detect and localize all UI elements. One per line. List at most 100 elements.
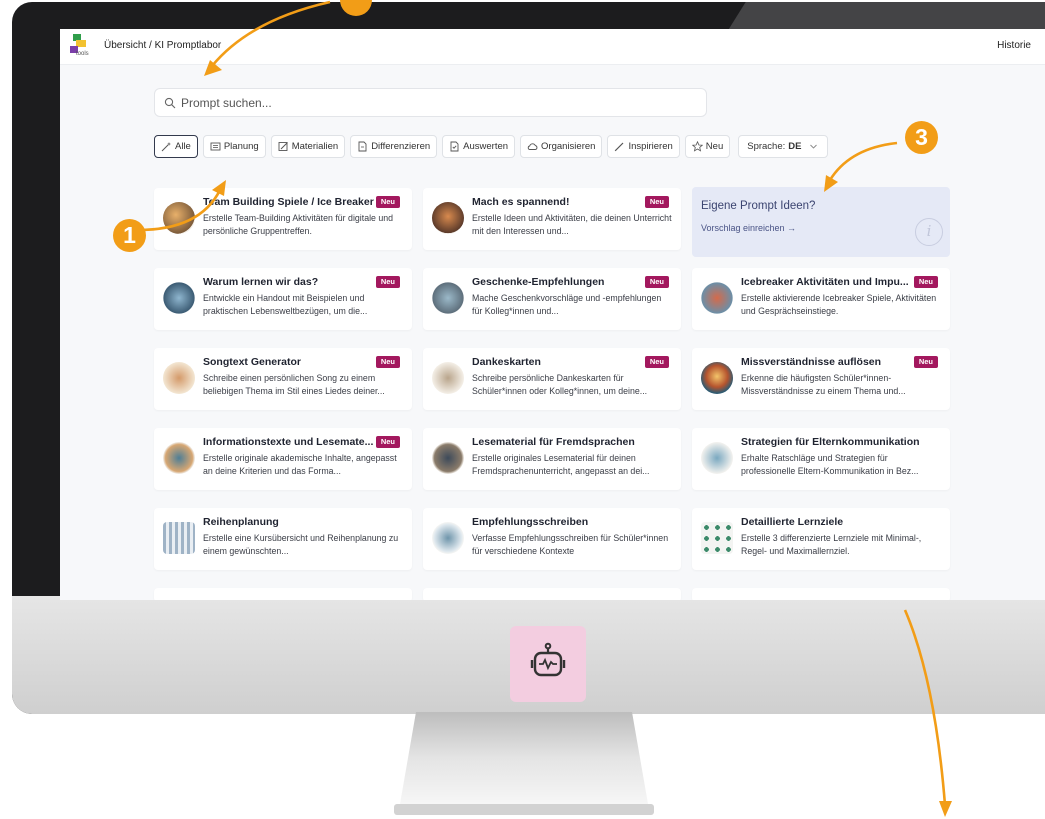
filter-planning-label: Planung bbox=[223, 141, 259, 152]
card-illustration bbox=[163, 202, 195, 234]
card-title: Empfehlungsschreiben bbox=[472, 516, 589, 528]
card-title: Lesematerial für Fremdsprachen bbox=[472, 436, 635, 448]
card-illustration bbox=[432, 202, 464, 234]
monitor-stand bbox=[394, 712, 654, 815]
language-select[interactable]: Sprache: DE bbox=[738, 135, 829, 158]
card-title: Informationstexte und Lesemate... bbox=[203, 436, 374, 448]
prompt-card[interactable]: Empfehlungsschreiben Verfasse Empfehlung… bbox=[423, 508, 681, 570]
prompt-card[interactable]: Warum lernen wir das? Neu Entwickle ein … bbox=[154, 268, 412, 330]
prompt-card[interactable]: Dankeskarten Neu Schreibe persönliche Da… bbox=[423, 348, 681, 410]
card-description: Erstelle originale akademische Inhalte, … bbox=[203, 453, 397, 476]
top-bar: tools Übersicht / KI Promptlabor Histori… bbox=[60, 29, 1045, 65]
edit-icon bbox=[278, 142, 288, 151]
info-icon: i bbox=[915, 218, 943, 246]
prompt-card[interactable]: Team Building Spiele / Ice Breaker Neu E… bbox=[154, 188, 412, 250]
card-description: Entwickle ein Handout mit Beispielen und… bbox=[203, 293, 368, 316]
robot-tile bbox=[510, 626, 586, 702]
prompt-card[interactable]: Informationstexte und Lesemate... Neu Er… bbox=[154, 428, 412, 490]
filter-differentiate[interactable]: Differenzieren bbox=[350, 135, 438, 158]
prompt-card[interactable]: Geschenke-Empfehlungen Neu Mache Geschen… bbox=[423, 268, 681, 330]
filter-inspire-label: Inspirieren bbox=[628, 141, 673, 152]
prompt-card[interactable] bbox=[423, 588, 681, 600]
filter-evaluate-label: Auswerten bbox=[463, 141, 509, 152]
prompt-card[interactable]: Reihenplanung Erstelle eine Kursübersich… bbox=[154, 508, 412, 570]
planning-icon bbox=[210, 142, 221, 151]
prompt-card[interactable]: Lesematerial für Fremdsprachen Erstelle … bbox=[423, 428, 681, 490]
card-illustration bbox=[163, 522, 195, 554]
card-description: Verfasse Empfehlungsschreiben für Schüle… bbox=[472, 533, 669, 556]
card-illustration bbox=[701, 442, 733, 474]
app-screen: tools Übersicht / KI Promptlabor Histori… bbox=[60, 29, 1045, 600]
card-title: Mach es spannend! bbox=[472, 196, 570, 208]
callout-marker-1: 1 bbox=[113, 219, 146, 252]
new-badge: Neu bbox=[644, 276, 669, 288]
filter-organize[interactable]: Organisieren bbox=[520, 135, 603, 158]
prompt-card[interactable]: Mach es spannend! Neu Erstelle Ideen und… bbox=[423, 188, 681, 250]
callout-marker-3: 3 bbox=[905, 121, 938, 154]
filter-new[interactable]: Neu bbox=[684, 135, 731, 158]
filter-all[interactable]: Alle bbox=[154, 135, 198, 158]
search-box[interactable] bbox=[154, 88, 707, 117]
new-badge: Neu bbox=[375, 196, 400, 208]
card-title: Strategien für Elternkommunikation bbox=[741, 436, 920, 448]
filter-materials-label: Materialien bbox=[291, 141, 339, 152]
card-description: Erstelle 3 differenzierte Lernziele mit … bbox=[741, 533, 922, 556]
proposal-card[interactable]: Eigene Prompt Ideen? Vorschlag einreiche… bbox=[692, 187, 950, 257]
card-title: Songtext Generator bbox=[203, 356, 302, 368]
card-illustration bbox=[701, 282, 733, 314]
new-badge: Neu bbox=[375, 276, 400, 288]
filter-planning[interactable]: Planung bbox=[202, 135, 266, 158]
prompt-card[interactable] bbox=[692, 588, 950, 600]
card-description: Erstelle aktivierende Icebreaker Spiele,… bbox=[741, 293, 937, 316]
card-description: Erstelle eine Kursübersicht und Reihenpl… bbox=[203, 533, 399, 556]
card-title: Geschenke-Empfehlungen bbox=[472, 276, 605, 288]
card-title: Icebreaker Aktivitäten und Impu... bbox=[741, 276, 909, 288]
new-badge: Neu bbox=[375, 436, 400, 448]
card-illustration bbox=[432, 282, 464, 314]
prompt-card[interactable] bbox=[154, 588, 412, 600]
card-illustration bbox=[432, 522, 464, 554]
card-title: Detaillierte Lernziele bbox=[741, 516, 844, 528]
filter-evaluate[interactable]: Auswerten bbox=[442, 135, 516, 158]
filter-differentiate-label: Differenzieren bbox=[371, 141, 431, 152]
filter-bar: Alle Planung Materialien Differenzieren … bbox=[154, 135, 829, 158]
card-title: Dankeskarten bbox=[472, 356, 541, 368]
search-input[interactable] bbox=[181, 93, 691, 113]
card-title: Team Building Spiele / Ice Breaker bbox=[203, 196, 374, 208]
check-document-icon bbox=[450, 141, 459, 152]
tools-logo[interactable]: tools bbox=[70, 34, 92, 60]
filter-new-label: Neu bbox=[705, 141, 724, 152]
new-badge: Neu bbox=[375, 356, 400, 368]
prompt-card[interactable]: Detaillierte Lernziele Erstelle 3 differ… bbox=[692, 508, 950, 570]
card-title: Reihenplanung bbox=[203, 516, 279, 528]
prompt-card[interactable]: Strategien für Elternkommunikation Erhal… bbox=[692, 428, 950, 490]
monitor-frame: tools Übersicht / KI Promptlabor Histori… bbox=[12, 2, 1045, 714]
card-description: Erkenne die häufigsten Schüler*innen-Mis… bbox=[741, 373, 906, 396]
card-illustration bbox=[163, 282, 195, 314]
card-description: Schreibe persönliche Dankeskarten für Sc… bbox=[472, 373, 648, 396]
card-illustration bbox=[163, 442, 195, 474]
stage: tools Übersicht / KI Promptlabor Histori… bbox=[0, 0, 1045, 819]
proposal-link[interactable]: Vorschlag einreichen → bbox=[701, 223, 796, 233]
new-badge: Neu bbox=[644, 196, 669, 208]
prompt-card[interactable]: Icebreaker Aktivitäten und Impu... Neu E… bbox=[692, 268, 950, 330]
card-title: Missverständnisse auflösen bbox=[741, 356, 882, 368]
filter-materials[interactable]: Materialien bbox=[270, 135, 346, 158]
card-description: Schreibe einen persönlichen Song zu eine… bbox=[203, 373, 385, 396]
prompt-card[interactable]: Missverständnisse auflösen Neu Erkenne d… bbox=[692, 348, 950, 410]
document-icon bbox=[358, 141, 367, 152]
breadcrumb[interactable]: Übersicht / KI Promptlabor bbox=[104, 40, 221, 51]
card-illustration bbox=[432, 442, 464, 474]
card-description: Erstelle Team-Building Aktivitäten für d… bbox=[203, 213, 394, 236]
card-description: Erstelle Ideen und Aktivitäten, die dein… bbox=[472, 213, 672, 236]
pen-icon bbox=[615, 142, 624, 152]
card-illustration bbox=[701, 362, 733, 394]
star-icon bbox=[691, 141, 703, 152]
filter-inspire[interactable]: Inspirieren bbox=[607, 135, 680, 158]
prompt-card[interactable]: Songtext Generator Neu Schreibe einen pe… bbox=[154, 348, 412, 410]
new-badge: Neu bbox=[913, 276, 938, 288]
search-icon bbox=[164, 97, 176, 109]
card-illustration bbox=[163, 362, 195, 394]
proposal-title: Eigene Prompt Ideen? bbox=[701, 200, 816, 212]
history-link[interactable]: Historie bbox=[997, 40, 1031, 51]
